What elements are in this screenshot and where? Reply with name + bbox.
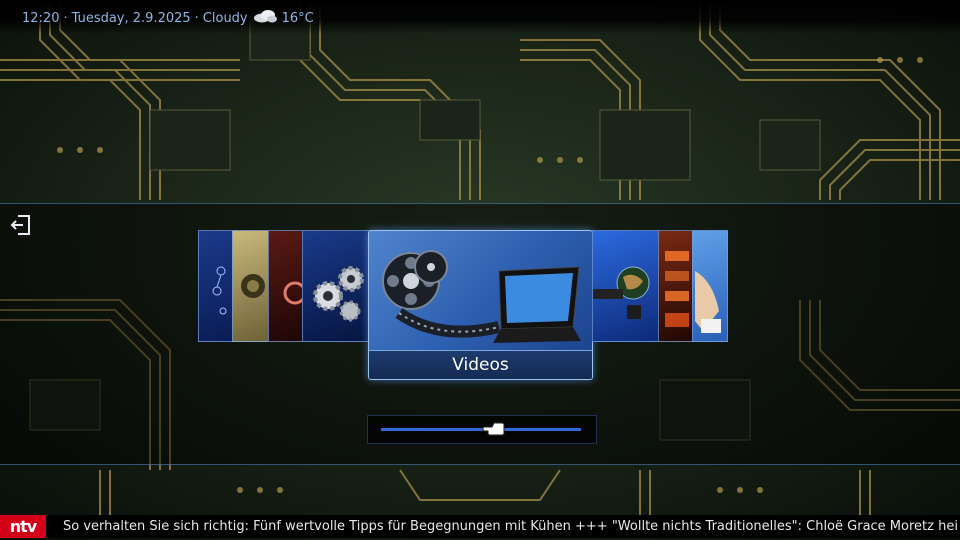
- music-thumb[interactable]: [268, 230, 304, 342]
- gears-thumb[interactable]: [302, 230, 370, 342]
- status-line: 12:20 · Tuesday, 2.9.2025 · Cloudy 16°C: [22, 9, 314, 27]
- videos-tile[interactable]: Videos: [368, 230, 593, 380]
- film-reel-laptop-icon: [382, 250, 581, 343]
- pointing-hand-icon[interactable]: [482, 420, 506, 438]
- top-status-bar: 12:20 · Tuesday, 2.9.2025 · Cloudy 16°C: [0, 0, 960, 34]
- ntv-logo: ntv: [0, 515, 46, 538]
- hand-thumb[interactable]: [692, 230, 728, 342]
- slider-track[interactable]: [381, 428, 581, 431]
- menu-scroll-slider[interactable]: [367, 415, 597, 444]
- globe-thumb[interactable]: [592, 230, 660, 342]
- clock-thumb[interactable]: [658, 230, 694, 342]
- clock-time: 12:20: [22, 10, 60, 26]
- news-ticker: ntv So verhalten Sie sich richtig: Fünf …: [0, 515, 960, 538]
- separator: ·: [63, 10, 68, 26]
- videos-label: Videos: [369, 350, 592, 379]
- temperature: 16°C: [281, 10, 314, 26]
- ticker-text: So verhalten Sie sich richtig: Fünf wert…: [63, 519, 958, 534]
- separator: ·: [194, 10, 199, 26]
- weather-condition: Cloudy: [202, 10, 248, 26]
- exit-icon[interactable]: [8, 212, 34, 238]
- cloudy-icon: [252, 9, 278, 27]
- network-thumb[interactable]: [198, 230, 234, 342]
- date-text: Tuesday, 2.9.2025: [71, 10, 191, 26]
- speaker-thumb[interactable]: [232, 230, 270, 342]
